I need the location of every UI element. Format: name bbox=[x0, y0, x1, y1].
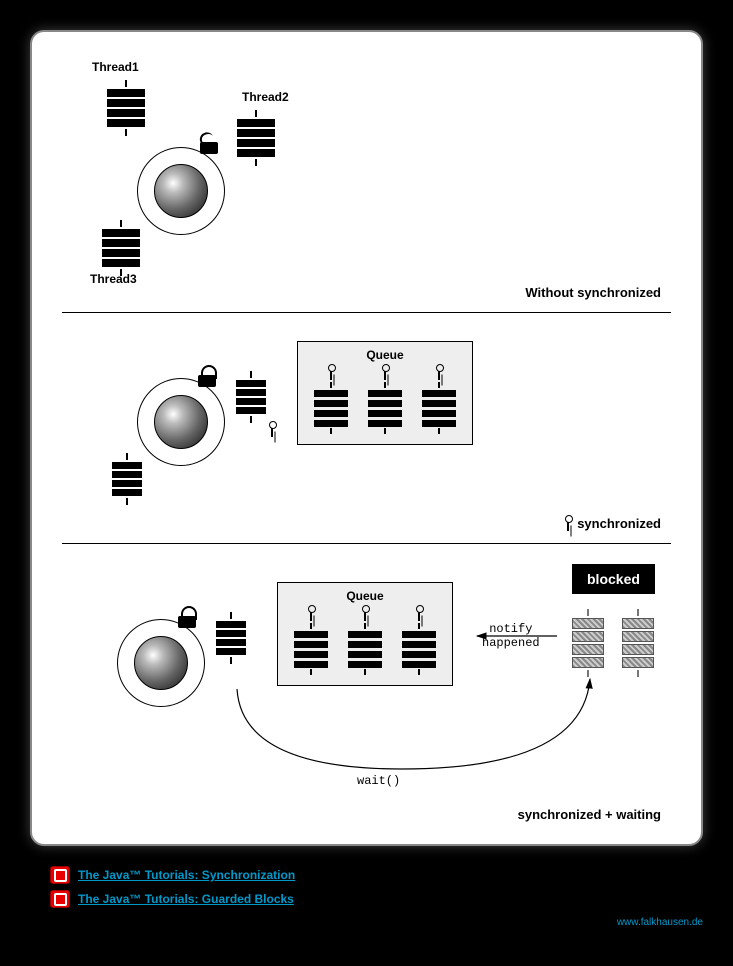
thread-stack-icon bbox=[112, 453, 142, 505]
thread-stack-icon bbox=[216, 612, 246, 664]
key-icon bbox=[266, 421, 278, 437]
oracle-icon bbox=[50, 890, 70, 908]
queued-thread-icon bbox=[368, 364, 402, 434]
footer-url: www.falkhausen.de bbox=[617, 917, 703, 928]
queued-thread-icon bbox=[348, 605, 382, 675]
blocked-thread-icon bbox=[572, 609, 604, 677]
wait-queue: Queue bbox=[297, 341, 473, 445]
lock-closed-icon bbox=[178, 608, 196, 628]
wait-queue: Queue bbox=[277, 582, 453, 686]
notify-label: notify happened bbox=[482, 622, 540, 650]
queue-title: Queue bbox=[294, 589, 436, 603]
thread-stack-icon bbox=[236, 371, 266, 423]
label-thread2: Thread2 bbox=[242, 90, 289, 104]
monitor-object bbox=[137, 378, 225, 466]
link-sync-tutorial[interactable]: The Java™ Tutorials: Synchronization bbox=[78, 868, 295, 882]
queue-title: Queue bbox=[314, 348, 456, 362]
diagram-panel: Thread1 Thread2 Thread3 Without synchron… bbox=[30, 30, 703, 846]
queued-thread-icon bbox=[294, 605, 328, 675]
monitor-object bbox=[117, 619, 205, 707]
caption-text: synchronized bbox=[562, 515, 661, 531]
oracle-icon bbox=[50, 866, 70, 884]
thread-stack-icon bbox=[237, 110, 275, 166]
caption-text: synchronized + waiting bbox=[518, 807, 661, 822]
section-sync-waiting: Queue blocked notify happened wait() bbox=[42, 544, 691, 834]
external-links: The Java™ Tutorials: Synchronization The… bbox=[50, 866, 733, 908]
section-without-sync: Thread1 Thread2 Thread3 Without synchron… bbox=[42, 52, 691, 312]
label-thread1: Thread1 bbox=[92, 60, 139, 74]
blocked-thread-icon bbox=[622, 609, 654, 677]
queued-thread-icon bbox=[402, 605, 436, 675]
wait-label: wait() bbox=[357, 774, 400, 788]
thread-stack-icon bbox=[107, 80, 145, 136]
queued-thread-icon bbox=[314, 364, 348, 434]
section-synchronized: Queue synchronized bbox=[42, 313, 691, 543]
thread-stack-icon bbox=[102, 220, 140, 276]
caption-text: Without synchronized bbox=[525, 285, 661, 300]
lock-closed-icon bbox=[198, 367, 216, 387]
blocked-badge: blocked bbox=[572, 564, 655, 594]
lock-open-icon bbox=[200, 134, 218, 154]
link-guarded-blocks[interactable]: The Java™ Tutorials: Guarded Blocks bbox=[78, 892, 294, 906]
queued-thread-icon bbox=[422, 364, 456, 434]
monitor-object bbox=[137, 147, 225, 235]
